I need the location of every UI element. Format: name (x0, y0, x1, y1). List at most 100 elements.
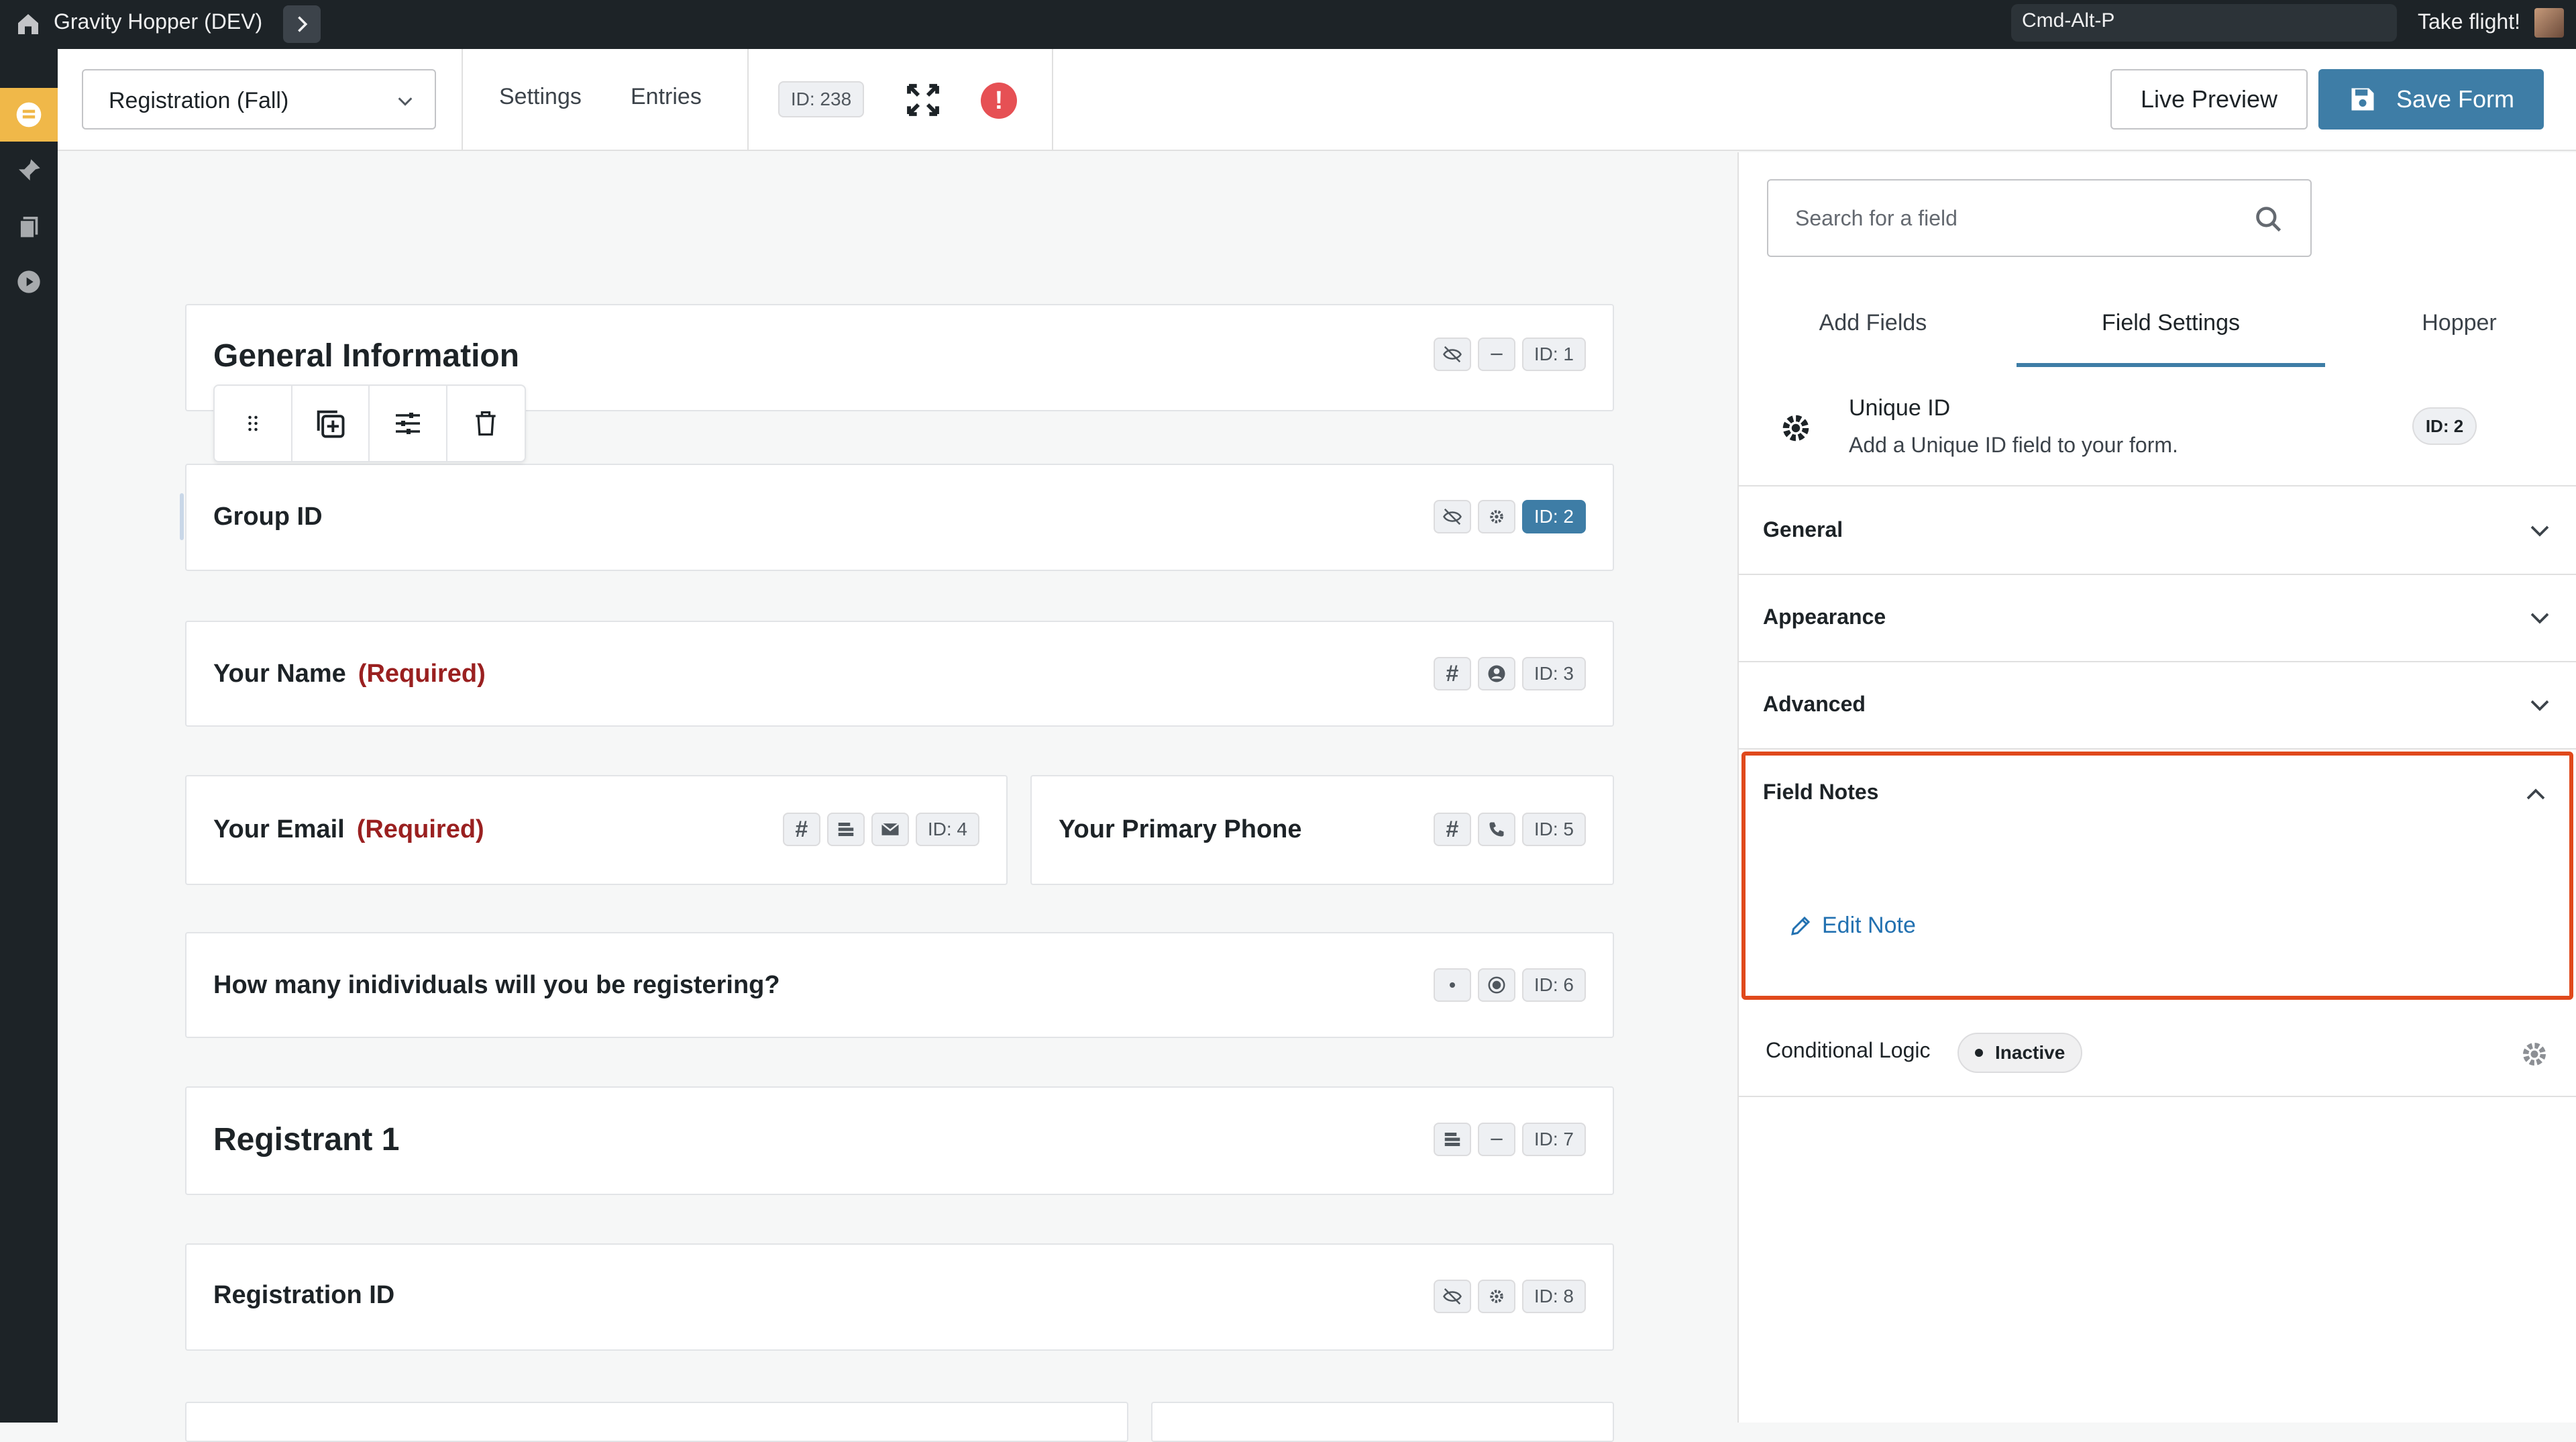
edit-note-label: Edit Note (1822, 913, 1916, 938)
field-id-badge: ID: 4 (915, 813, 979, 846)
accordion-general[interactable]: General (1739, 488, 2576, 575)
media-play-icon[interactable] (15, 268, 43, 296)
chevron-down-icon (2530, 525, 2549, 537)
minus-icon (1477, 338, 1515, 371)
drag-handle-icon[interactable] (215, 386, 292, 461)
chevron-right-icon[interactable] (283, 5, 321, 43)
status-badge: Inactive (1957, 1033, 2083, 1073)
tab-add-fields[interactable]: Add Fields (1759, 303, 1987, 367)
field-card-partial[interactable] (185, 1402, 1128, 1442)
chevron-down-icon (2530, 700, 2549, 711)
field-card[interactable]: Your Primary Phone # ID: 5 (1030, 775, 1614, 885)
field-type-name: Unique ID (1849, 395, 1951, 421)
eye-off-icon (1433, 1280, 1471, 1313)
accordion-title: Appearance (1763, 605, 1886, 629)
admin-sidebar (0, 49, 58, 1423)
field-toolbar (213, 384, 526, 462)
search-placeholder: Search for a field (1795, 206, 1957, 230)
field-notes-title[interactable]: Field Notes (1763, 780, 1878, 805)
pin-icon[interactable] (15, 156, 43, 185)
conditional-logic-label: Conditional Logic (1766, 1038, 1931, 1062)
forms-icon (16, 102, 42, 127)
hash-icon: # (782, 813, 820, 846)
accordion-title: Advanced (1763, 692, 1866, 716)
field-label: Group ID (213, 503, 323, 531)
required-label: (Required) (358, 660, 486, 688)
pages-icon[interactable] (15, 213, 43, 241)
field-info: Unique ID Add a Unique ID field to your … (1739, 380, 2576, 486)
field-search-input[interactable]: Search for a field (1767, 179, 2312, 257)
conditional-logic-row[interactable]: Conditional Logic Inactive (1739, 1013, 2576, 1097)
field-card-partial[interactable] (1151, 1402, 1614, 1442)
accordion-title: General (1763, 517, 1843, 542)
status-text: Inactive (1995, 1042, 2065, 1063)
mail-icon (871, 813, 909, 846)
field-label: General Information (213, 338, 520, 374)
gear-icon (1477, 500, 1515, 533)
duplicate-icon[interactable] (292, 386, 370, 461)
home-icon[interactable] (15, 11, 42, 38)
field-card-selected[interactable]: Group ID ID: 2 (185, 464, 1614, 571)
panel-tabs: Add Fields Field Settings Hopper (1739, 303, 2576, 367)
field-id-badge: ID: 8 (1521, 1280, 1586, 1313)
sidebar-item-forms[interactable] (0, 88, 58, 142)
minus-icon (1477, 1123, 1515, 1156)
form-selector-label: Registration (Fall) (109, 88, 289, 113)
field-id-badge: ID: 3 (1521, 657, 1586, 690)
field-label: How many inidividuals will you be regist… (213, 971, 780, 999)
field-id-badge: ID: 7 (1521, 1123, 1586, 1156)
admin-bar: Gravity Hopper (DEV) Cmd-Alt-P Take flig… (0, 0, 2576, 49)
save-icon (2351, 88, 2374, 111)
site-name[interactable]: Gravity Hopper (DEV) (54, 9, 262, 34)
field-label: Registrant 1 (213, 1122, 400, 1157)
gear-icon (1477, 1280, 1515, 1313)
tab-field-settings[interactable]: Field Settings (2017, 303, 2325, 367)
field-card[interactable]: Your Email (Required) # ID: 4 (185, 775, 1008, 885)
pencil-icon (1791, 916, 1811, 935)
field-card[interactable]: Your Name (Required) # ID: 3 (185, 621, 1614, 727)
chevron-up-icon[interactable] (2524, 782, 2548, 807)
edit-note-link[interactable]: Edit Note (1788, 913, 1916, 939)
field-id-badge: ID: 2 (2412, 407, 2477, 445)
expand-icon[interactable] (904, 81, 942, 119)
form-canvas: General Information ID: 1 Group ID ID: 2… (58, 152, 1737, 1442)
status-dot-icon (1975, 1049, 1983, 1057)
form-selector[interactable]: Registration (Fall) (82, 69, 436, 130)
chevron-down-icon (398, 97, 413, 106)
greeting-link[interactable]: Take flight! (2418, 9, 2520, 34)
accordion-appearance[interactable]: Appearance (1739, 575, 2576, 662)
field-type-description: Add a Unique ID field to your form. (1849, 433, 2178, 457)
gear-icon[interactable] (2520, 1039, 2549, 1069)
save-form-button[interactable]: Save Form (2318, 69, 2544, 130)
settings-panel: Search for a field Add Fields Field Sett… (1737, 152, 2576, 1423)
form-id-badge: ID: 238 (778, 81, 864, 117)
field-id-badge: ID: 6 (1521, 968, 1586, 1002)
field-id-badge: ID: 5 (1521, 813, 1586, 846)
hash-icon: # (1433, 813, 1471, 846)
tab-hopper[interactable]: Hopper (2385, 303, 2533, 367)
settings-sliders-icon[interactable] (370, 386, 447, 461)
list-icon (826, 813, 865, 846)
avatar[interactable] (2534, 8, 2564, 38)
required-label: (Required) (356, 815, 484, 843)
field-card-section[interactable]: Registrant 1 ID: 7 (185, 1086, 1614, 1195)
settings-link[interactable]: Settings (499, 84, 582, 110)
field-card[interactable]: How many inidividuals will you be regist… (185, 932, 1614, 1038)
field-card[interactable]: Registration ID ID: 8 (185, 1243, 1614, 1351)
eye-off-icon (1433, 500, 1471, 533)
field-id-badge: ID: 1 (1521, 338, 1586, 371)
search-icon (2256, 207, 2282, 232)
field-label: Your Primary Phone (1059, 815, 1302, 843)
entries-link[interactable]: Entries (631, 84, 702, 110)
field-id-badge: ID: 2 (1521, 500, 1586, 533)
command-palette-input[interactable]: Cmd-Alt-P (2011, 4, 2397, 42)
list-icon (1433, 1123, 1471, 1156)
phone-icon (1477, 813, 1515, 846)
trash-icon[interactable] (447, 386, 525, 461)
user-icon (1477, 657, 1515, 690)
alert-icon[interactable]: ! (981, 83, 1017, 119)
live-preview-button[interactable]: Live Preview (2110, 69, 2308, 130)
save-form-label: Save Form (2396, 85, 2515, 113)
accordion-advanced[interactable]: Advanced (1739, 662, 2576, 750)
field-label: Your Email (213, 815, 345, 843)
